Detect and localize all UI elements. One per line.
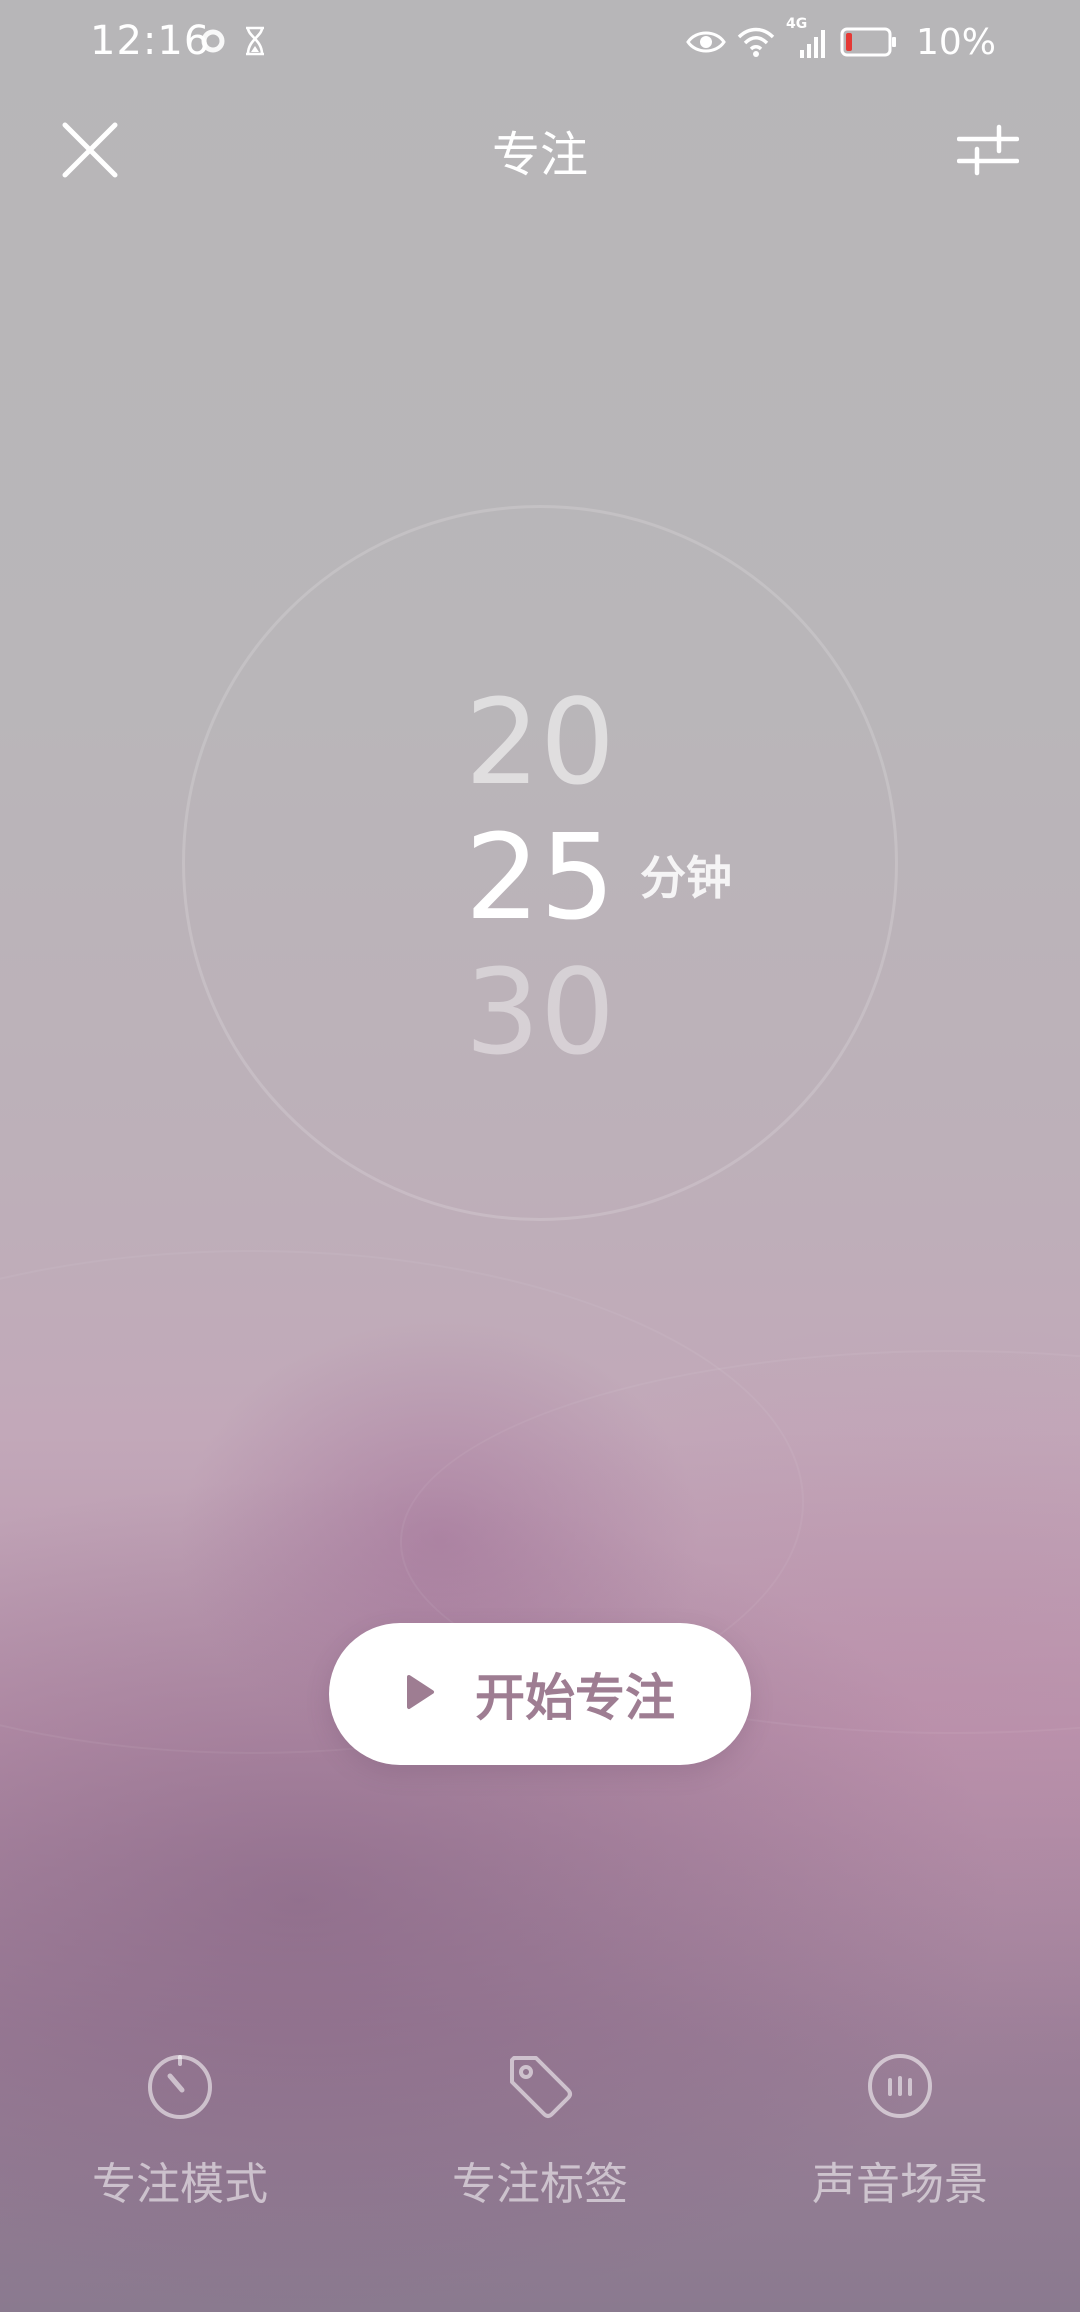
battery-percent: 10% — [915, 21, 996, 63]
timer-unit: 分钟 — [640, 851, 732, 905]
sound-bars-icon — [864, 2050, 936, 2122]
sliders-icon — [956, 123, 1020, 181]
battery-icon — [840, 27, 898, 57]
nav-focus-tags[interactable]: 专注标签 — [390, 2050, 690, 2250]
focus-screen: 12:16 4G 10% 专注 20 25 30 分钟 开始专注 专注模式 专注… — [0, 0, 1080, 2312]
timer-icon — [144, 2050, 216, 2122]
page-title: 专注 — [491, 127, 588, 183]
tag-icon — [504, 2050, 576, 2122]
focus-ring-icon — [200, 28, 226, 54]
play-icon — [405, 1674, 435, 1714]
nav-label: 专注模式 — [92, 2159, 268, 2210]
start-focus-label: 开始专注 — [475, 1669, 675, 1727]
eye-icon — [686, 28, 726, 56]
hourglass-icon — [243, 26, 267, 56]
close-button[interactable] — [58, 120, 122, 184]
nav-label: 声音场景 — [812, 2159, 988, 2210]
timer-value-selected[interactable]: 25 — [420, 812, 660, 942]
status-time: 12:16 — [90, 18, 211, 64]
status-bar: 12:16 4G 10% — [0, 0, 1080, 84]
close-icon — [61, 121, 119, 183]
settings-button[interactable] — [954, 120, 1022, 184]
bottom-nav: 专注模式 专注标签 声音场景 — [0, 2050, 1080, 2250]
nav-sound-scenes[interactable]: 声音场景 — [750, 2050, 1050, 2250]
status-icons: 4G 10% — [686, 16, 996, 66]
nav-focus-mode[interactable]: 专注模式 — [30, 2050, 330, 2250]
timer-option-next[interactable]: 30 — [420, 947, 660, 1077]
wifi-icon — [736, 25, 776, 59]
signal-icon: 4G — [786, 16, 830, 62]
timer-option-previous[interactable]: 20 — [420, 677, 660, 807]
start-focus-button[interactable]: 开始专注 — [329, 1623, 751, 1765]
nav-label: 专注标签 — [452, 2159, 628, 2210]
